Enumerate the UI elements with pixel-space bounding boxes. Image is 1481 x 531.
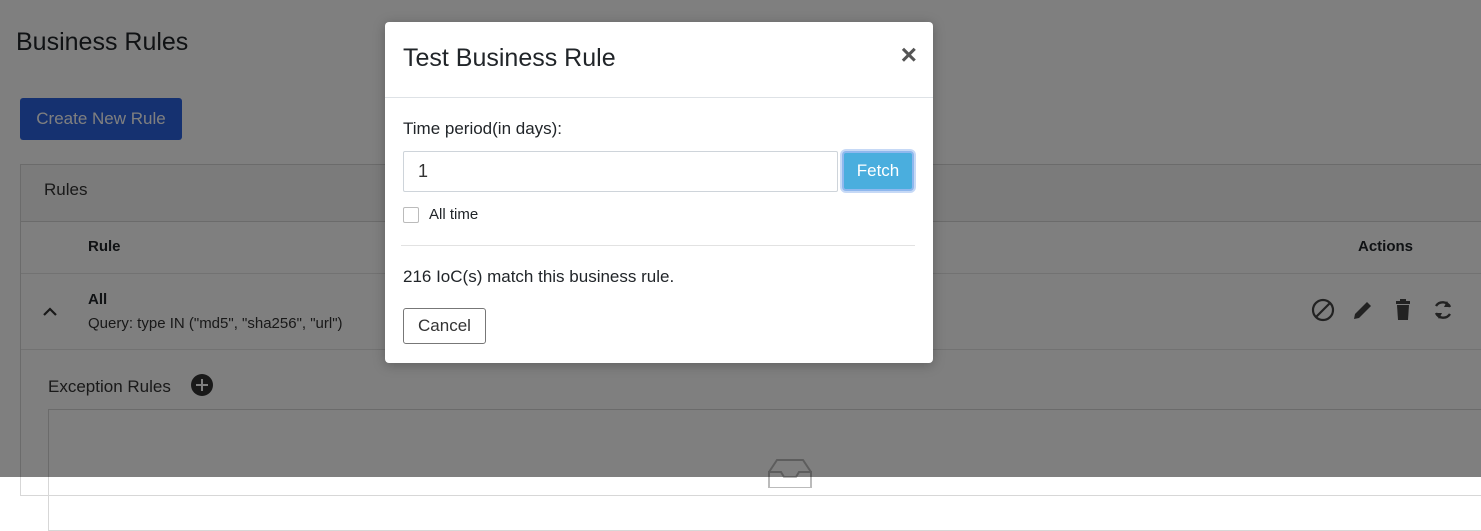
- dialog-title: Test Business Rule: [403, 44, 616, 72]
- test-business-rule-dialog: Test Business Rule × Time period(in days…: [385, 22, 933, 363]
- cancel-button[interactable]: Cancel: [403, 308, 486, 344]
- dialog-header: Test Business Rule ×: [385, 22, 933, 98]
- close-icon[interactable]: ×: [901, 41, 917, 69]
- time-period-input[interactable]: [403, 151, 838, 192]
- all-time-label: All time: [429, 206, 479, 223]
- fetch-button[interactable]: Fetch: [842, 151, 914, 191]
- all-time-checkbox[interactable]: [403, 207, 419, 223]
- time-period-label: Time period(in days):: [403, 119, 563, 138]
- divider: [401, 245, 915, 246]
- match-result-text: 216 IoC(s) match this business rule.: [403, 267, 675, 286]
